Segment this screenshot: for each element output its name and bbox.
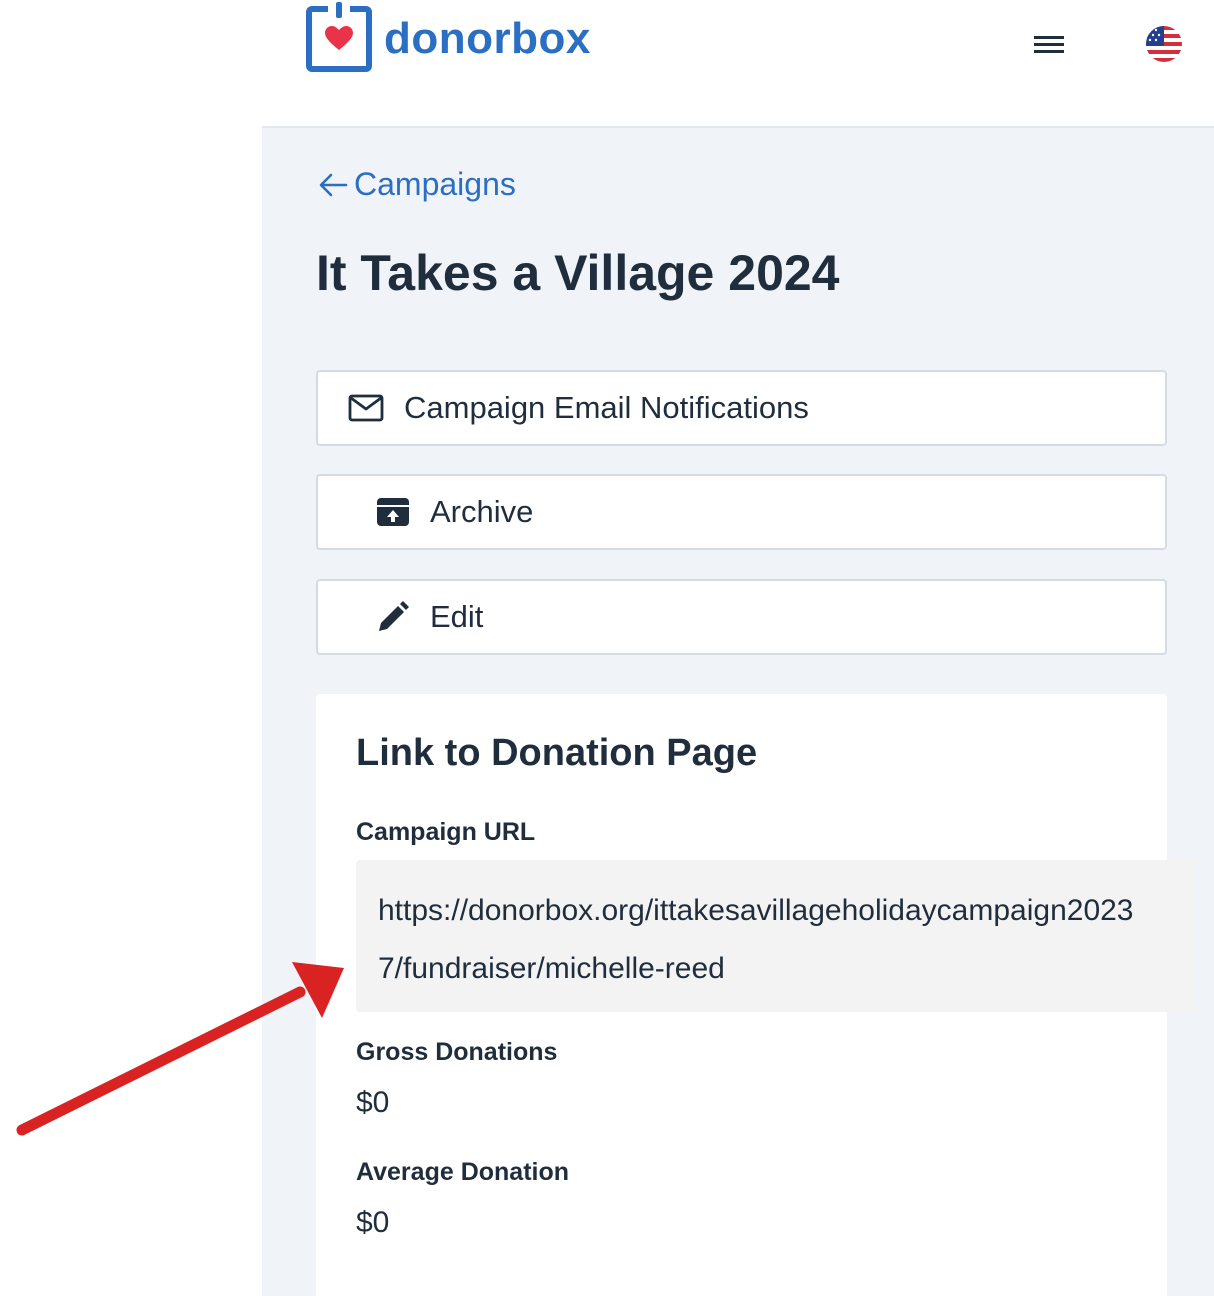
- average-donation-value: $0: [356, 1206, 390, 1239]
- edit-button-label: Edit: [430, 599, 484, 634]
- archive-button-label: Archive: [430, 494, 534, 529]
- pencil-icon: [376, 600, 410, 634]
- gross-donations-label: Gross Donations: [356, 1038, 558, 1066]
- campaign-email-notifications-button[interactable]: Campaign Email Notifications: [316, 370, 1167, 446]
- campaign-panel: Campaigns It Takes a Village 2024 Campai…: [262, 126, 1214, 1296]
- archive-box-icon: [376, 497, 410, 527]
- logo-box-icon: [306, 2, 372, 72]
- top-header: donorbox: [262, 0, 1214, 126]
- campaign-url-line-1: https://donorbox.org/ittakesavillageholi…: [378, 894, 1134, 927]
- campaign-url-line-2: 7/fundraiser/michelle-reed: [378, 952, 725, 985]
- hamburger-menu-icon[interactable]: [1032, 30, 1066, 58]
- archive-button[interactable]: Archive: [316, 474, 1167, 550]
- arrow-left-icon: [319, 173, 348, 196]
- donorbox-logo[interactable]: donorbox: [306, 2, 591, 72]
- card-title: Link to Donation Page: [356, 732, 758, 774]
- back-link-label: Campaigns: [354, 166, 516, 202]
- logo-text: donorbox: [384, 14, 591, 63]
- campaign-url-label: Campaign URL: [356, 818, 536, 846]
- page-title: It Takes a Village 2024: [316, 245, 840, 301]
- gross-donations-value: $0: [356, 1086, 390, 1119]
- donation-link-card: Link to Donation Page Campaign URL https…: [316, 694, 1196, 1296]
- campaign-url-field[interactable]: https://donorbox.org/ittakesavillageholi…: [356, 860, 1196, 1012]
- heart-icon: [325, 26, 353, 50]
- envelope-icon: [348, 394, 384, 422]
- edit-button[interactable]: Edit: [316, 579, 1167, 655]
- average-donation-label: Average Donation: [356, 1158, 570, 1186]
- email-button-label: Campaign Email Notifications: [404, 390, 809, 425]
- back-to-campaigns-link[interactable]: Campaigns: [318, 166, 516, 203]
- screen: donorbox Campaigns It Takes a Village 20…: [0, 0, 1214, 1296]
- us-flag-icon[interactable]: [1144, 24, 1184, 64]
